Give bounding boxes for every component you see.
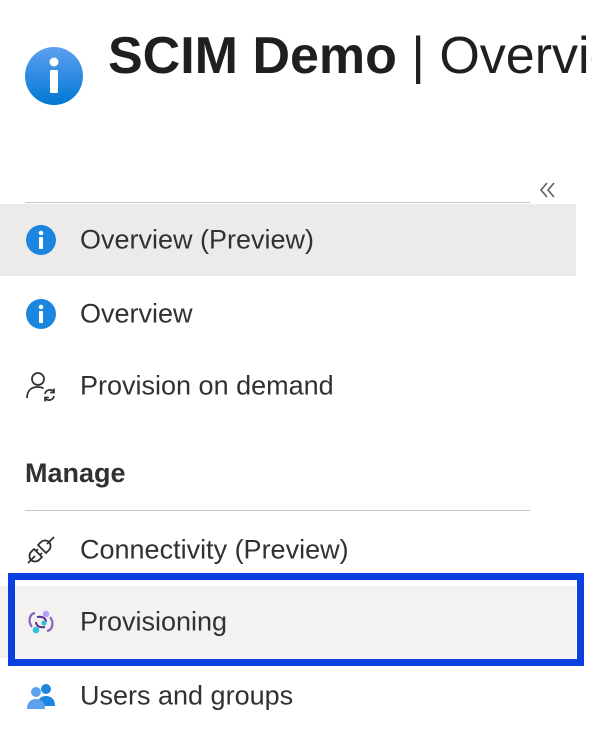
section-divider (25, 510, 530, 511)
nav-item-label: Overview (Preview) (80, 224, 315, 255)
highlight-box (8, 573, 584, 666)
info-icon (25, 47, 83, 105)
users-icon (27, 684, 55, 709)
info-icon (26, 299, 56, 329)
page-name: Overview (439, 27, 592, 85)
nav-item-label: Provision on demand (80, 370, 334, 401)
page-title: SCIM Demo | Overview (108, 24, 592, 88)
resource-name: SCIM Demo (108, 27, 397, 85)
info-icon (26, 225, 56, 255)
nav-item-overview[interactable]: Overview (0, 278, 576, 350)
nav-item-provision-on-demand[interactable]: Provision on demand (0, 350, 576, 422)
nav-item-users-and-groups[interactable]: Users and groups (0, 660, 576, 732)
double-chevron-left-icon[interactable] (536, 178, 560, 202)
nav-divider (25, 202, 530, 203)
nav-item-overview-preview[interactable]: Overview (Preview) (0, 204, 576, 276)
title-separator: | (411, 27, 425, 85)
person-sync-icon (26, 372, 55, 402)
page-header: SCIM Demo | Overview (0, 0, 592, 150)
nav-item-label: Overview (80, 298, 193, 329)
nav-item-label: Connectivity (Preview) (80, 534, 349, 565)
plug-icon (27, 536, 55, 564)
section-header-manage: Manage (25, 458, 126, 488)
nav-item-label: Users and groups (80, 680, 294, 711)
